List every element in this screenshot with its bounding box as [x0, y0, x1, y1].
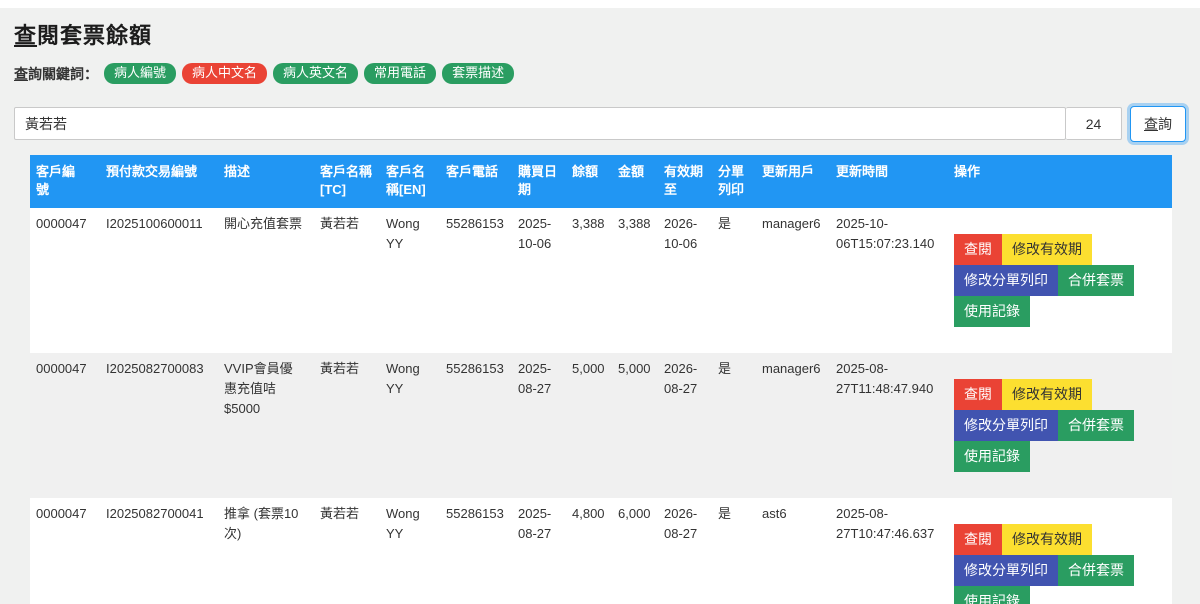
keyword-badge-patient-english-name[interactable]: 病人英文名: [273, 63, 359, 85]
action-usage-records-button[interactable]: 使用記錄: [954, 295, 1030, 327]
col-header-balance: 餘額: [566, 155, 612, 208]
table-row: 0000047 I2025082700041 推拿 (套票10 次) 黃若若 W…: [30, 498, 1172, 604]
cell-actions: 查閱 修改有效期 修改分單列印 合併套票 使用記錄: [948, 498, 1172, 604]
action-usage-records-button[interactable]: 使用記錄: [954, 586, 1030, 604]
cell-amount: 6,000: [612, 498, 658, 604]
search-row: 查詢: [14, 106, 1186, 143]
table-row: 0000047 I2025100600011 開心充值套票 黃若若 Wong Y…: [30, 207, 1172, 353]
cell-updated-at: 2025-10- 06T15:07:23.140: [830, 207, 948, 353]
table-header-row: 客戶編 號 預付款交易編號 描述 客戶名稱 [TC] 客戶名 稱[EN] 客戶電…: [30, 155, 1172, 208]
top-strip: [0, 0, 1200, 8]
cell-updated-by: ast6: [756, 498, 830, 604]
page-title: 查閱套票餘額: [14, 23, 153, 48]
page-size-input[interactable]: [1066, 107, 1122, 141]
cell-updated-by: manager6: [756, 207, 830, 353]
keywords-row: 查詢關鍵詞： 病人編號 病人中文名 病人英文名 常用電話 套票描述: [14, 63, 1186, 85]
action-usage-records-button[interactable]: 使用記錄: [954, 441, 1030, 473]
cell-txn-id: I2025082700041: [100, 498, 218, 604]
cell-phone: 55286153: [440, 352, 512, 499]
cell-description: 開心充值套票: [218, 207, 314, 353]
cell-actions: 查閱 修改有效期 修改分單列印 合併套票 使用記錄: [948, 352, 1172, 499]
results-table: 客戶編 號 預付款交易編號 描述 客戶名稱 [TC] 客戶名 稱[EN] 客戶電…: [30, 155, 1172, 604]
col-header-updated-by: 更新用戶: [756, 155, 830, 208]
table-row: 0000047 I2025082700083 VVIP會員優 惠充值咭 $500…: [30, 352, 1172, 499]
cell-phone: 55286153: [440, 207, 512, 353]
cell-balance: 4,800: [566, 498, 612, 604]
cell-split-print: 是: [712, 352, 756, 499]
col-header-name-en: 客戶名 稱[EN]: [380, 155, 440, 208]
cell-valid-until: 2026- 08-27: [658, 352, 712, 499]
action-merge-package-button[interactable]: 合併套票: [1058, 264, 1134, 296]
cell-txn-id: I2025100600011: [100, 207, 218, 353]
action-merge-package-button[interactable]: 合併套票: [1058, 410, 1134, 442]
keywords-label: 查詢關鍵詞：: [14, 65, 98, 82]
cell-amount: 3,388: [612, 207, 658, 353]
action-edit-validity-button[interactable]: 修改有效期: [1002, 524, 1092, 556]
results-table-wrap: 客戶編 號 預付款交易編號 描述 客戶名稱 [TC] 客戶名 稱[EN] 客戶電…: [30, 155, 1186, 604]
col-header-prepay-txn-id: 預付款交易編號: [100, 155, 218, 208]
col-header-valid-until: 有效期 至: [658, 155, 712, 208]
cell-name-tc: 黃若若: [314, 207, 380, 353]
page-content: 查閱套票餘額 查詢關鍵詞： 病人編號 病人中文名 病人英文名 常用電話 套票描述…: [0, 8, 1200, 604]
cell-name-en: Wong YY: [380, 352, 440, 499]
actions-group: 查閱 修改有效期 修改分單列印 合併套票 使用記錄: [954, 524, 1170, 604]
cell-amount: 5,000: [612, 352, 658, 499]
cell-balance: 5,000: [566, 352, 612, 499]
action-view-button[interactable]: 查閱: [954, 233, 1002, 265]
keyword-badge-common-phone[interactable]: 常用電話: [364, 63, 437, 85]
cell-split-print: 是: [712, 207, 756, 353]
cell-phone: 55286153: [440, 498, 512, 604]
cell-actions: 查閱 修改有效期 修改分單列印 合併套票 使用記錄: [948, 207, 1172, 353]
action-merge-package-button[interactable]: 合併套票: [1058, 555, 1134, 587]
cell-valid-until: 2026- 08-27: [658, 498, 712, 604]
cell-name-en: Wong YY: [380, 498, 440, 604]
col-header-actions: 操作: [948, 155, 1172, 208]
col-header-name-tc: 客戶名稱 [TC]: [314, 155, 380, 208]
action-view-button[interactable]: 查閱: [954, 524, 1002, 556]
cell-customer-id: 0000047: [30, 352, 100, 499]
action-edit-split-print-button[interactable]: 修改分單列印: [954, 555, 1058, 587]
search-button[interactable]: 查詢: [1130, 106, 1186, 143]
keyword-badge-package-description[interactable]: 套票描述: [442, 63, 515, 85]
cell-customer-id: 0000047: [30, 207, 100, 353]
action-edit-split-print-button[interactable]: 修改分單列印: [954, 264, 1058, 296]
col-header-updated-at: 更新時間: [830, 155, 948, 208]
action-view-button[interactable]: 查閱: [954, 379, 1002, 411]
cell-balance: 3,388: [566, 207, 612, 353]
actions-group: 查閱 修改有效期 修改分單列印 合併套票 使用記錄: [954, 379, 1170, 473]
cell-customer-id: 0000047: [30, 498, 100, 604]
keyword-badge-patient-chinese-name[interactable]: 病人中文名: [182, 63, 268, 85]
cell-name-tc: 黃若若: [314, 352, 380, 499]
col-header-purchase-date: 購買日 期: [512, 155, 566, 208]
col-header-description: 描述: [218, 155, 314, 208]
action-edit-split-print-button[interactable]: 修改分單列印: [954, 410, 1058, 442]
cell-updated-by: manager6: [756, 352, 830, 499]
col-header-split-print: 分單 列印: [712, 155, 756, 208]
keyword-badge-patient-id[interactable]: 病人編號: [104, 63, 177, 85]
cell-purchase-date: 2025- 10-06: [512, 207, 566, 353]
cell-updated-at: 2025-08- 27T10:47:46.637: [830, 498, 948, 604]
action-edit-validity-button[interactable]: 修改有效期: [1002, 233, 1092, 265]
col-header-customer-id: 客戶編 號: [30, 155, 100, 208]
cell-description: VVIP會員優 惠充值咭 $5000: [218, 352, 314, 499]
cell-purchase-date: 2025- 08-27: [512, 498, 566, 604]
cell-updated-at: 2025-08- 27T11:48:47.940: [830, 352, 948, 499]
cell-txn-id: I2025082700083: [100, 352, 218, 499]
actions-group: 查閱 修改有效期 修改分單列印 合併套票 使用記錄: [954, 233, 1170, 327]
cell-name-tc: 黃若若: [314, 498, 380, 604]
search-input[interactable]: [14, 107, 1066, 141]
cell-valid-until: 2026- 10-06: [658, 207, 712, 353]
col-header-phone: 客戶電話: [440, 155, 512, 208]
cell-name-en: Wong YY: [380, 207, 440, 353]
cell-description: 推拿 (套票10 次): [218, 498, 314, 604]
cell-split-print: 是: [712, 498, 756, 604]
col-header-amount: 金額: [612, 155, 658, 208]
action-edit-validity-button[interactable]: 修改有效期: [1002, 379, 1092, 411]
cell-purchase-date: 2025- 08-27: [512, 352, 566, 499]
